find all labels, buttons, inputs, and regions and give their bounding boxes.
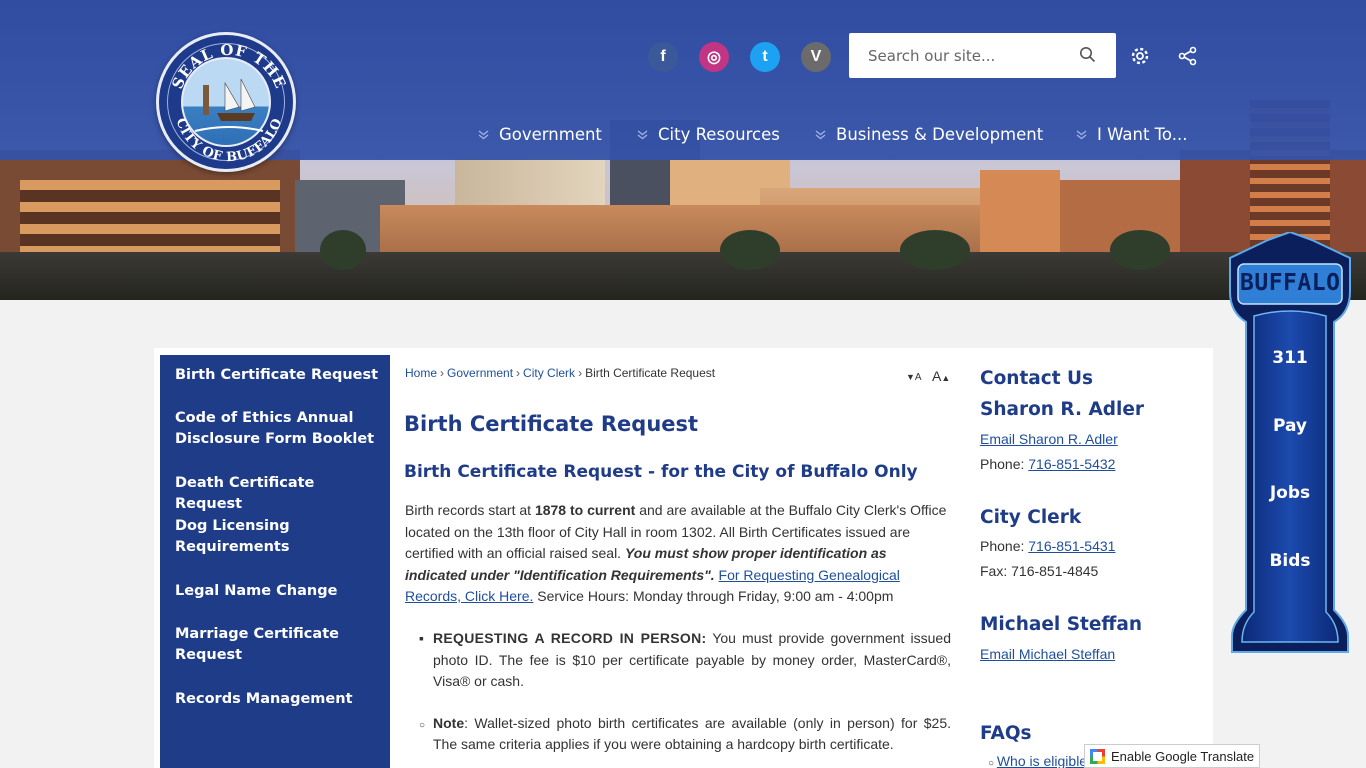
nav-government[interactable]: Government — [478, 125, 602, 144]
breadcrumb-government[interactable]: Government — [447, 366, 513, 380]
twitter-icon[interactable]: t — [750, 42, 780, 72]
breadcrumb-current: Birth Certificate Request — [585, 366, 716, 380]
vimeo-icon[interactable]: V — [801, 42, 831, 72]
chevron-down-icon — [478, 129, 489, 139]
chevron-down-icon — [1076, 129, 1087, 139]
email-michael-link[interactable]: Email Michael Steffan — [980, 646, 1115, 662]
buffalo-brand-label: BUFFALO — [1240, 270, 1341, 296]
phone-sharon: Phone: 716-851-5432 — [980, 456, 1116, 472]
sidebar-item-code-of-ethics[interactable]: Code of Ethics Annual Disclosure Form Bo… — [175, 408, 380, 450]
breadcrumb-city-clerk[interactable]: City Clerk — [523, 366, 575, 380]
page-subtitle: Birth Certificate Request - for the City… — [404, 462, 918, 482]
bullet-icon: ○ — [988, 758, 997, 768]
phone-clerk: Phone: 716-851-5431 — [980, 538, 1116, 554]
quick-link-jobs[interactable]: Jobs — [1244, 483, 1336, 503]
phone-clerk-link[interactable]: 716-851-5431 — [1028, 538, 1115, 554]
chevron-down-icon — [637, 129, 648, 139]
decrease-font-button[interactable]: ▼A — [906, 368, 922, 383]
google-translate-button[interactable]: Enable Google Translate — [1084, 744, 1260, 768]
quick-link-bids[interactable]: Bids — [1244, 551, 1336, 571]
increase-font-button[interactable]: A▲ — [932, 368, 950, 384]
facebook-icon[interactable]: f — [648, 42, 678, 72]
sidebar-item-dog-licensing[interactable]: Dog Licensing Requirements — [175, 516, 335, 558]
intro-paragraph: Birth records start at 1878 to current a… — [405, 502, 947, 604]
nav-business-development[interactable]: Business & Development — [815, 125, 1043, 144]
sidebar-item-records-management[interactable]: Records Management — [175, 689, 380, 710]
search-input[interactable] — [868, 46, 1078, 65]
nav-i-want-to[interactable]: I Want To... — [1076, 125, 1187, 144]
search-box — [849, 33, 1116, 78]
breadcrumb: Home › Government › City Clerk › Birth Certifi… — [405, 366, 716, 380]
phone-sharon-link[interactable]: 716-851-5432 — [1028, 456, 1115, 472]
google-translate-icon — [1090, 748, 1105, 764]
instagram-icon[interactable]: ◎ — [699, 42, 729, 72]
list-item: ▪ REQUESTING A RECORD IN PERSON: You mus… — [419, 630, 951, 689]
quick-link-pay[interactable]: Pay — [1244, 416, 1336, 436]
caret-down-icon: ▼ — [906, 372, 915, 382]
page-title: Birth Certificate Request — [404, 412, 699, 436]
breadcrumb-home[interactable]: Home — [405, 366, 437, 380]
requirements-list: ▪ REQUESTING A RECORD IN PERSON: You mus… — [405, 628, 951, 756]
city-clerk-heading: City Clerk — [980, 507, 1082, 528]
search-icon[interactable] — [1079, 46, 1096, 63]
gear-icon[interactable] — [1130, 46, 1150, 66]
quick-link-311[interactable]: 311 — [1244, 348, 1336, 368]
faq-link[interactable]: ○ Who is eligible — [988, 753, 1086, 768]
list-item: ○ Note: Wallet-sized photo birth certifi… — [419, 714, 951, 753]
share-icon[interactable] — [1178, 46, 1198, 66]
sidebar-item-legal-name-change[interactable]: Legal Name Change — [175, 581, 380, 602]
chevron-down-icon — [815, 129, 826, 139]
contact-name-sharon: Sharon R. Adler — [980, 399, 1145, 420]
bullet-icon: ▪ — [419, 630, 424, 646]
email-sharon-link[interactable]: Email Sharon R. Adler — [980, 431, 1118, 447]
sidebar-item-marriage-certificate[interactable]: Marriage Certificate Request — [175, 624, 355, 666]
city-seal-logo[interactable]: SEAL OF THE CITY OF BUFFALO — [156, 32, 296, 172]
seal-ship-icon — [194, 78, 264, 132]
contact-us-heading: Contact Us — [980, 368, 1094, 389]
bullet-icon: ○ — [419, 719, 426, 731]
faqs-heading: FAQs — [980, 723, 1032, 744]
fax-clerk: Fax: 716-851-4845 — [980, 563, 1099, 579]
sidebar-nav: Birth Certificate Request Code of Ethics… — [160, 355, 390, 768]
nav-city-resources[interactable]: City Resources — [637, 125, 780, 144]
contact-name-michael: Michael Steffan — [980, 614, 1143, 635]
sidebar-item-birth-certificate[interactable]: Birth Certificate Request — [175, 365, 380, 386]
caret-up-icon: ▲ — [941, 373, 951, 383]
sidebar-item-death-certificate[interactable]: Death Certificate Request — [175, 473, 380, 515]
